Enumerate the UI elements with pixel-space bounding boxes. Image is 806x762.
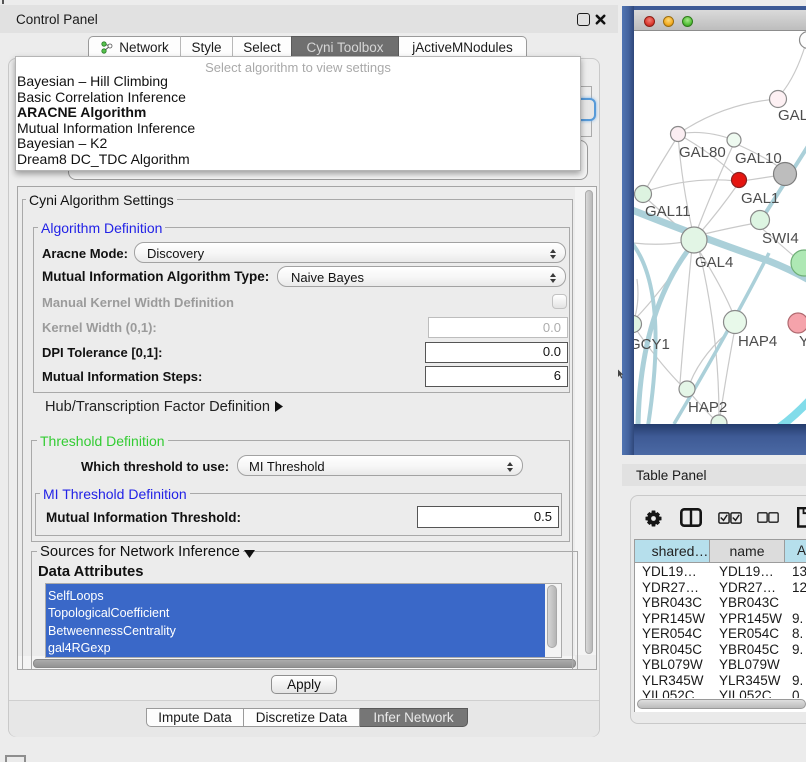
svg-text:GAL80: GAL80 xyxy=(679,144,726,161)
svg-text:GAL10: GAL10 xyxy=(735,150,782,167)
svg-text:Y: Y xyxy=(799,333,806,350)
svg-text:HAP4: HAP4 xyxy=(738,333,777,350)
svg-text:HAP2: HAP2 xyxy=(688,399,727,416)
svg-text:GAL1: GAL1 xyxy=(741,190,779,207)
svg-text:GAL11: GAL11 xyxy=(645,203,691,220)
svg-text:GAL80: GAL80 xyxy=(778,107,806,124)
svg-text:GAL4: GAL4 xyxy=(695,254,733,271)
svg-text:SWI4: SWI4 xyxy=(762,230,799,247)
svg-text:GCY1: GCY1 xyxy=(634,336,670,353)
